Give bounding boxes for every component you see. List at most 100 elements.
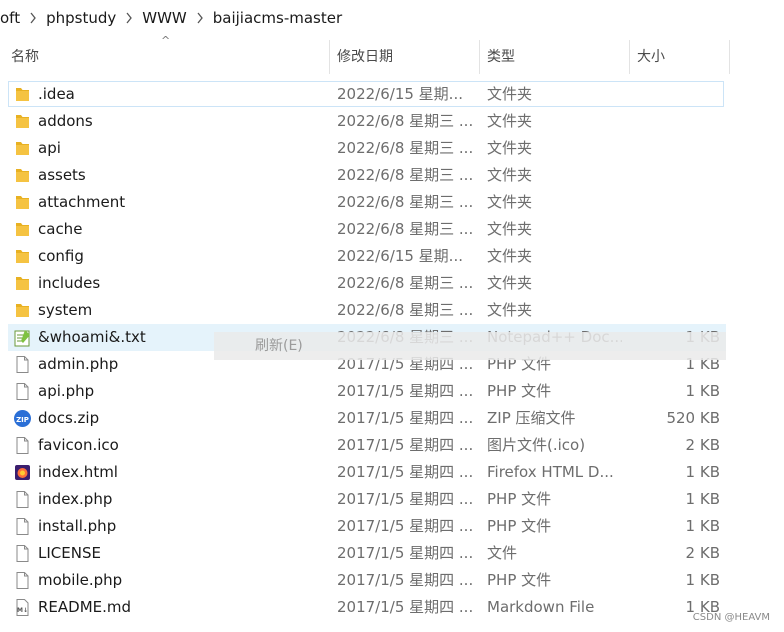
file-name: api.php	[38, 382, 95, 400]
file-row[interactable]: attachment 2022/6/8 星期三 ... 文件夹	[0, 189, 784, 216]
file-date: 2022/6/15 星期...	[337, 247, 463, 265]
svg-text:ZIP: ZIP	[16, 416, 29, 424]
column-divider[interactable]	[329, 40, 330, 74]
file-type: 文件夹	[487, 301, 533, 319]
file-size: 520 KB	[666, 409, 720, 427]
file-date: 2017/1/5 星期四 ...	[337, 490, 472, 508]
file-icon	[13, 571, 32, 590]
file-name: attachment	[38, 193, 126, 211]
column-header-type[interactable]: 类型	[487, 40, 515, 74]
file-size	[630, 135, 720, 162]
file-row[interactable]: api.php 2017/1/5 星期四 ... PHP 文件 1 KB	[0, 378, 784, 405]
file-type: 文件夹	[487, 112, 533, 130]
zip-file-icon: ZIP	[13, 409, 32, 428]
column-header-size[interactable]: 大小	[637, 40, 665, 74]
refresh-label: 刷新(E)	[255, 338, 303, 354]
file-row[interactable]: index.html 2017/1/5 星期四 ... Firefox HTML D…	[0, 459, 784, 486]
file-row[interactable]: index.php 2017/1/5 星期四 ... PHP 文件 1 KB	[0, 486, 784, 513]
file-date: 2022/6/8 星期三 ...	[337, 193, 472, 211]
file-name: assets	[38, 166, 86, 184]
file-name: cache	[38, 220, 83, 238]
file-name: install.php	[38, 517, 117, 535]
file-name: README.md	[38, 598, 132, 616]
file-row[interactable]: api 2022/6/8 星期三 ... 文件夹	[0, 135, 784, 162]
file-name: admin.php	[38, 355, 119, 373]
folder-icon	[13, 274, 32, 293]
file-name: addons	[38, 112, 93, 130]
file-row[interactable]: mobile.php 2017/1/5 星期四 ... PHP 文件 1 KB	[0, 567, 784, 594]
file-icon	[13, 436, 32, 455]
file-type: 文件	[487, 544, 518, 562]
breadcrumb-item[interactable]: oft	[0, 9, 22, 27]
file-type: PHP 文件	[487, 382, 552, 400]
file-type: Markdown File	[487, 598, 595, 616]
breadcrumb-item[interactable]: baijiacms-master	[211, 9, 344, 27]
file-size: 2 KB	[685, 436, 720, 454]
context-menu-item-refresh[interactable]: 刷新(E)	[214, 332, 726, 360]
file-date: 2022/6/8 星期三 ...	[337, 301, 472, 319]
file-size: 1 KB	[685, 490, 720, 508]
chevron-right-icon[interactable]	[22, 12, 44, 24]
file-type: 文件夹	[487, 274, 533, 292]
file-size	[630, 243, 720, 270]
column-header-name[interactable]: 名称	[11, 40, 39, 74]
file-date: 2022/6/8 星期三 ...	[337, 274, 472, 292]
file-name: api	[38, 139, 61, 157]
file-size	[630, 162, 720, 189]
file-date: 2017/1/5 星期四 ...	[337, 409, 472, 427]
file-icon	[13, 382, 32, 401]
file-name: favicon.ico	[38, 436, 119, 454]
file-size	[630, 297, 720, 324]
folder-icon	[13, 166, 32, 185]
file-date: 2022/6/8 星期三 ...	[337, 220, 472, 238]
file-row[interactable]: LICENSE 2017/1/5 星期四 ... 文件 2 KB	[0, 540, 784, 567]
file-row[interactable]: M↓ README.md 2017/1/5 星期四 ... Markdown File…	[0, 594, 784, 621]
chevron-right-icon[interactable]	[189, 12, 211, 24]
file-size: 2 KB	[685, 544, 720, 562]
column-divider[interactable]	[479, 40, 480, 74]
file-row[interactable]: assets 2022/6/8 星期三 ... 文件夹	[0, 162, 784, 189]
file-size: 1 KB	[685, 382, 720, 400]
file-name: includes	[38, 274, 101, 292]
file-row[interactable]: .idea 2022/6/15 星期... 文件夹	[0, 81, 784, 108]
file-row[interactable]: install.php 2017/1/5 星期四 ... PHP 文件 1 KB	[0, 513, 784, 540]
breadcrumb-item[interactable]: phpstudy	[44, 9, 118, 27]
file-date: 2017/1/5 星期四 ...	[337, 517, 472, 535]
file-size: 1 KB	[685, 463, 720, 481]
column-header-date[interactable]: 修改日期	[337, 40, 393, 74]
folder-icon	[13, 247, 32, 266]
column-divider[interactable]	[629, 40, 630, 74]
file-icon	[13, 544, 32, 563]
firefox-file-icon	[13, 463, 32, 482]
file-date: 2022/6/8 星期三 ...	[337, 166, 472, 184]
markdown-file-icon: M↓	[13, 598, 32, 617]
chevron-right-icon[interactable]	[118, 12, 140, 24]
file-row[interactable]: favicon.ico 2017/1/5 星期四 ... 图片文件(.ico) 2 K…	[0, 432, 784, 459]
file-row[interactable]: config 2022/6/15 星期... 文件夹	[0, 243, 784, 270]
column-divider[interactable]	[729, 40, 730, 74]
file-icon	[13, 517, 32, 536]
file-row[interactable]: ZIP docs.zip 2017/1/5 星期四 ... ZIP 压缩文件 520 K…	[0, 405, 784, 432]
notepad-file-icon	[13, 328, 32, 347]
file-name: &whoami&.txt	[38, 328, 146, 346]
file-size	[630, 81, 720, 108]
file-name: index.php	[38, 490, 113, 508]
file-icon	[13, 490, 32, 509]
folder-icon	[13, 85, 32, 104]
file-size	[630, 189, 720, 216]
file-row[interactable]: system 2022/6/8 星期三 ... 文件夹	[0, 297, 784, 324]
file-size	[630, 108, 720, 135]
file-size	[630, 270, 720, 297]
folder-icon	[13, 112, 32, 131]
file-date: 2017/1/5 星期四 ...	[337, 463, 472, 481]
file-date: 2017/1/5 星期四 ...	[337, 382, 472, 400]
breadcrumb-item[interactable]: WWW	[140, 9, 189, 27]
file-row[interactable]: includes 2022/6/8 星期三 ... 文件夹	[0, 270, 784, 297]
file-row[interactable]: addons 2022/6/8 星期三 ... 文件夹	[0, 108, 784, 135]
file-type: PHP 文件	[487, 490, 552, 508]
file-date: 2017/1/5 星期四 ...	[337, 571, 472, 589]
file-type: 文件夹	[487, 193, 533, 211]
file-type: 文件夹	[487, 247, 533, 265]
file-date: 2017/1/5 星期四 ...	[337, 598, 472, 616]
file-row[interactable]: cache 2022/6/8 星期三 ... 文件夹	[0, 216, 784, 243]
